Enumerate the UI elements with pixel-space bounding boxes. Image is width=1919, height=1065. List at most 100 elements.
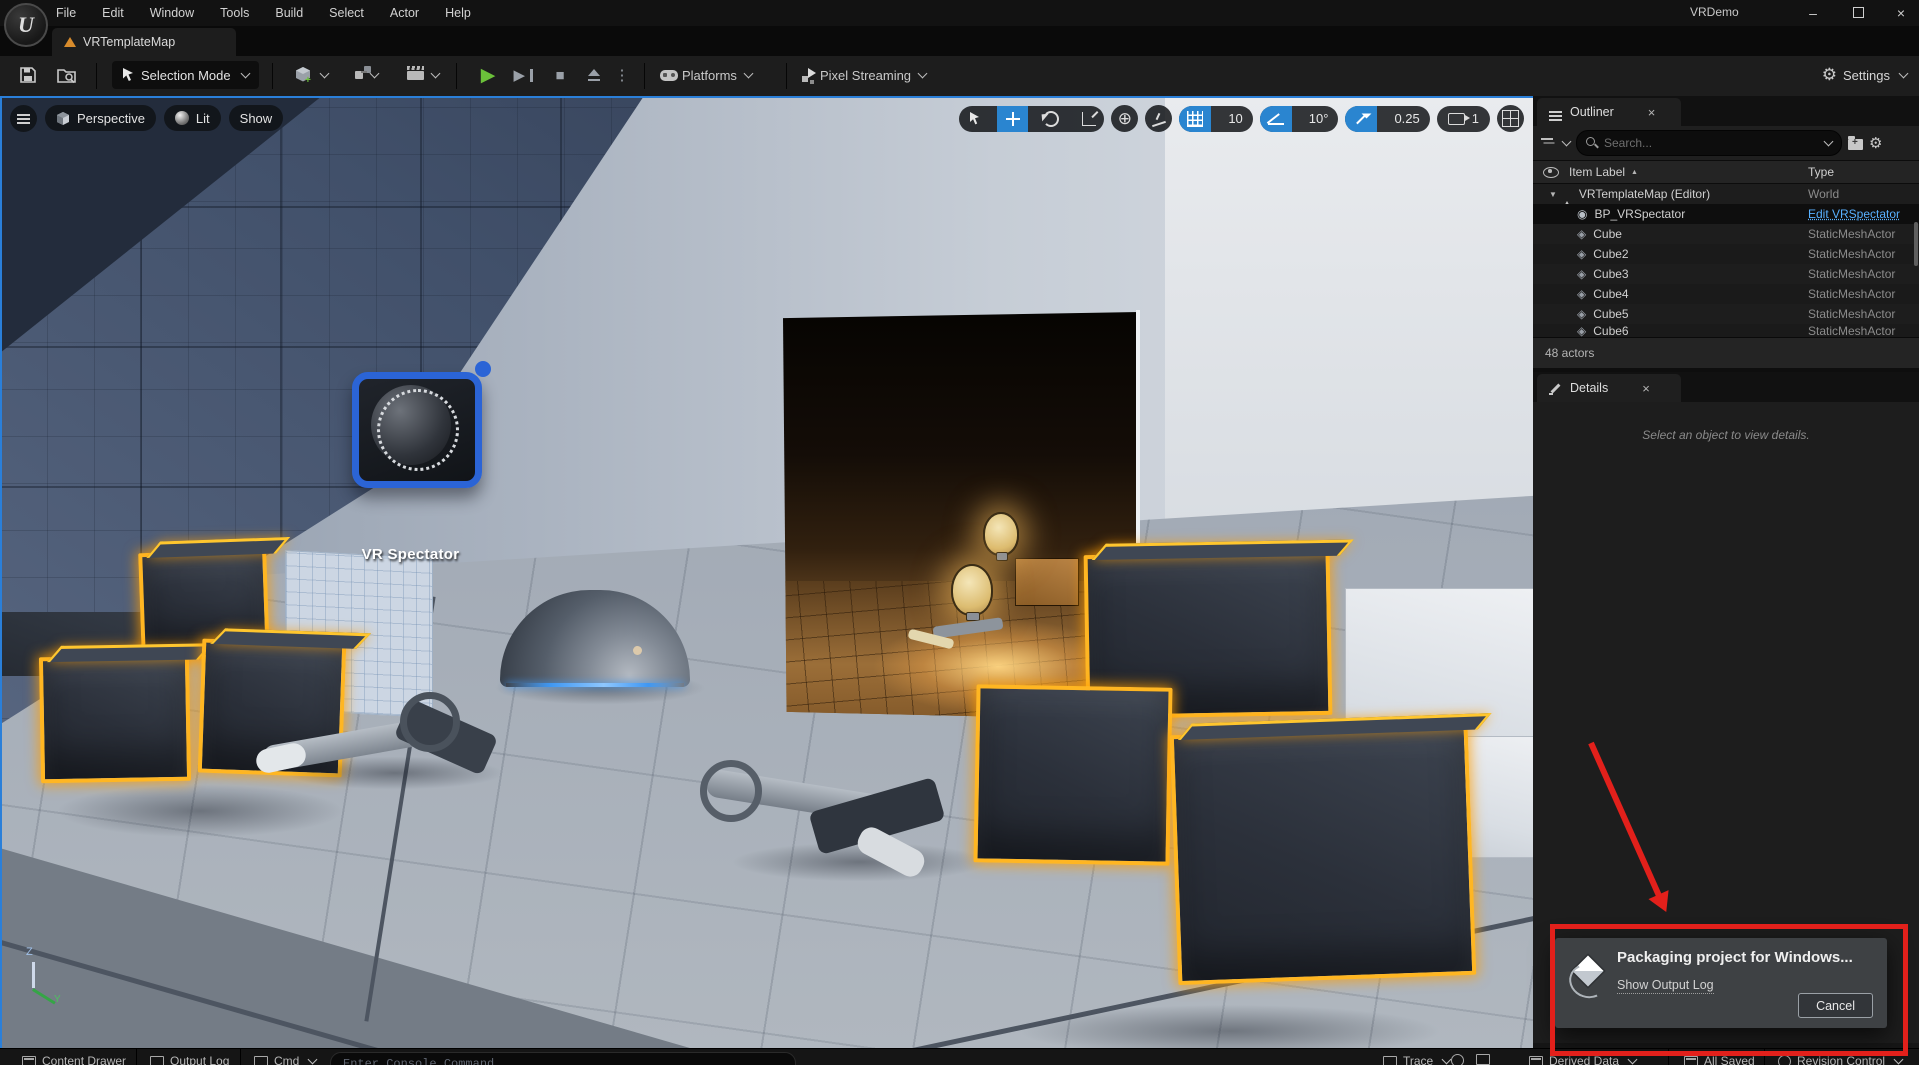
details-tab-row: Details × [1533, 372, 1919, 402]
scale-tool-button[interactable] [1073, 106, 1104, 132]
surface-snap-icon [1152, 113, 1166, 125]
outliner-tab-row: Outliner × [1533, 96, 1919, 126]
menu-item-select[interactable]: Select [329, 6, 364, 20]
scale-snap-value[interactable]: 0.25 [1384, 111, 1429, 126]
cinematics-dropdown[interactable] [400, 60, 446, 90]
output-log-button[interactable]: Output Log [150, 1054, 229, 1065]
column-type[interactable]: Type [1808, 165, 1834, 179]
tab-row: VRTemplateMap [0, 26, 1919, 56]
close-icon[interactable]: × [1642, 381, 1650, 396]
toolbar-separator [456, 63, 457, 89]
show-dropdown[interactable]: Show [229, 105, 284, 131]
restore-button[interactable] [1843, 0, 1873, 25]
chevron-down-icon[interactable] [1824, 137, 1834, 147]
viewport-options-button[interactable] [10, 105, 37, 132]
cmd-dropdown[interactable]: Cmd [254, 1054, 316, 1065]
outliner-row-cube[interactable]: ◈CubeStaticMeshActor [1533, 224, 1919, 244]
search-input[interactable]: Search... [1576, 130, 1842, 156]
content-drawer-button[interactable]: Content Drawer [22, 1054, 126, 1065]
blueprint-icon [355, 71, 363, 79]
perspective-dropdown[interactable]: Perspective [45, 105, 156, 131]
tab-vrtemplatemap[interactable]: VRTemplateMap [52, 28, 236, 56]
outliner-row-cube6[interactable]: ◈Cube6StaticMeshActor [1533, 324, 1919, 337]
selected-cube[interactable] [1170, 725, 1477, 985]
insights-button[interactable] [1451, 1054, 1464, 1065]
frame-skip-button[interactable]: ▶ [508, 60, 538, 90]
pixel-streaming-dropdown[interactable]: Pixel Streaming [802, 60, 926, 90]
selected-cube[interactable] [973, 684, 1172, 865]
maximize-viewport-button[interactable] [1497, 105, 1524, 132]
outliner-row-cube2[interactable]: ◈Cube2StaticMeshActor [1533, 244, 1919, 264]
save-button[interactable] [12, 60, 44, 90]
browse-content-button[interactable] [50, 60, 84, 90]
menu-item-help[interactable]: Help [445, 6, 471, 20]
close-icon[interactable]: × [1648, 105, 1656, 120]
selected-cube[interactable] [39, 655, 191, 784]
menu-item-build[interactable]: Build [275, 6, 303, 20]
grid-snap-value[interactable]: 10 [1218, 111, 1252, 126]
new-folder-icon[interactable] [1848, 139, 1863, 150]
light-bulb-sprite[interactable] [983, 512, 1019, 556]
selection-mode-dropdown[interactable]: Selection Mode [112, 61, 259, 89]
outliner-row-vrtemplatemap-editor-[interactable]: ▼VRTemplateMap (Editor)World [1533, 184, 1919, 204]
outliner-row-cube5[interactable]: ◈Cube5StaticMeshActor [1533, 304, 1919, 324]
select-tool-button[interactable] [959, 106, 990, 132]
add-actor-dropdown[interactable]: + [288, 60, 334, 90]
grid-snapping-control[interactable]: 10 [1179, 106, 1252, 132]
unreal-logo[interactable]: U [4, 3, 48, 47]
eject-button[interactable] [580, 60, 608, 90]
world-local-toggle[interactable]: ⊕ [1111, 105, 1138, 132]
angle-snap-value[interactable]: 10° [1299, 111, 1339, 126]
console-icon [254, 1056, 268, 1065]
cursor-icon [122, 68, 134, 82]
chevron-down-icon [1628, 1055, 1638, 1065]
actor-type: StaticMeshActor [1808, 267, 1912, 281]
stop-button[interactable]: ■ [546, 60, 574, 90]
menu-item-edit[interactable]: Edit [102, 6, 124, 20]
menu-bar: FileEditWindowToolsBuildSelectActorHelp … [0, 0, 1919, 26]
camera-speed-value[interactable]: 1 [1472, 111, 1479, 126]
minimize-button[interactable]: – [1798, 0, 1828, 25]
orange-cube[interactable] [1015, 558, 1079, 606]
menu-item-file[interactable]: File [56, 6, 76, 20]
tab-details[interactable]: Details × [1537, 374, 1681, 402]
move-tool-button[interactable] [997, 106, 1028, 132]
column-item-label[interactable]: Item Label [1569, 165, 1625, 179]
outliner-row-bp-vrspectator[interactable]: ◉BP_VRSpectatorEdit VRSpectator [1533, 204, 1919, 224]
scale-snap-icon [1345, 106, 1377, 132]
blueprints-dropdown[interactable] [344, 60, 388, 90]
menu-item-window[interactable]: Window [150, 6, 194, 20]
surface-snapping-button[interactable] [1145, 105, 1172, 132]
filter-icon[interactable] [1541, 138, 1553, 148]
rotation-snapping-control[interactable]: 10° [1260, 106, 1339, 132]
visibility-eye-icon[interactable] [1543, 167, 1559, 178]
outliner-row-cube3[interactable]: ◈Cube3StaticMeshActor [1533, 264, 1919, 284]
rotate-tool-button[interactable] [1035, 106, 1066, 132]
edit-blueprint-link[interactable]: Edit VRSpectator [1808, 207, 1912, 221]
outliner-scrollbar[interactable] [1914, 222, 1918, 266]
statusbar-separator [240, 1049, 241, 1065]
cube-icon: ◈ [1577, 324, 1586, 337]
scale-snapping-control[interactable]: 0.25 [1345, 106, 1429, 132]
light-bulb-sprite[interactable] [951, 564, 993, 616]
camera-speed-control[interactable]: 1 [1437, 106, 1490, 132]
lit-dropdown[interactable]: Lit [164, 105, 221, 131]
menu-item-actor[interactable]: Actor [390, 6, 419, 20]
gear-icon[interactable]: ⚙ [1869, 134, 1882, 152]
level-viewport[interactable]: VR Spectator Z Y Perspective Lit Show [0, 96, 1533, 1048]
play-button[interactable]: ▶ [474, 60, 502, 90]
outliner-row-cube4[interactable]: ◈Cube4StaticMeshActor [1533, 284, 1919, 304]
console-command-input[interactable]: Enter Console Command [330, 1052, 796, 1065]
chevron-down-icon[interactable] [1562, 137, 1572, 147]
tab-outliner[interactable]: Outliner × [1537, 98, 1681, 126]
platforms-dropdown[interactable]: Platforms [660, 60, 752, 90]
play-options-button[interactable]: ⋮ [612, 60, 632, 90]
menu-item-tools[interactable]: Tools [220, 6, 249, 20]
trace-dropdown[interactable]: Trace [1383, 1054, 1450, 1065]
actor-label: VRTemplateMap (Editor) [1579, 187, 1710, 201]
close-button[interactable]: × [1886, 0, 1916, 25]
expand-caret-icon[interactable]: ▼ [1549, 190, 1557, 199]
vr-spectator-sprite[interactable] [352, 372, 482, 488]
screenshot-button[interactable] [1476, 1054, 1490, 1065]
settings-dropdown[interactable]: ⚙ Settings [1822, 60, 1907, 90]
